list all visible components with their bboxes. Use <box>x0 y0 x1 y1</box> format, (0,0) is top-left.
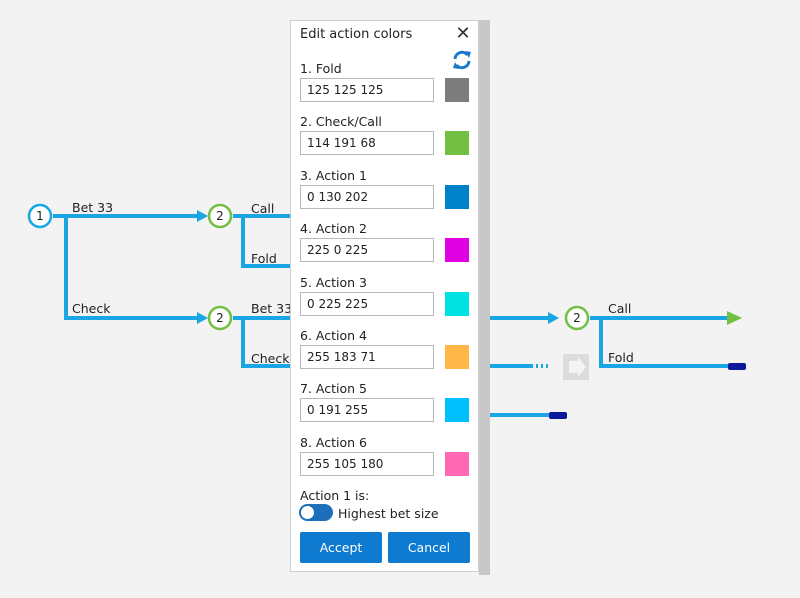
color-swatch[interactable] <box>445 185 469 209</box>
dialog-shadow <box>479 20 490 575</box>
color-swatch[interactable] <box>445 131 469 155</box>
rgb-input[interactable] <box>300 398 434 422</box>
edge-label-check[interactable]: Check <box>72 302 110 316</box>
color-swatch[interactable] <box>445 345 469 369</box>
color-row-action-3: 5. Action 3 <box>300 275 472 323</box>
tree-node-2a[interactable]: 2 <box>207 203 233 229</box>
color-row-action-2: 4. Action 2 <box>300 221 472 269</box>
color-row-check-call: 2. Check/Call <box>300 114 472 162</box>
color-row-label: 8. Action 6 <box>300 435 367 450</box>
color-swatch[interactable] <box>445 78 469 102</box>
rgb-input[interactable] <box>300 185 434 209</box>
call-arrow-icon <box>727 311 742 325</box>
close-icon[interactable]: ✕ <box>454 25 472 43</box>
toggle-heading: Action 1 is: <box>300 488 370 503</box>
color-row-label: 5. Action 3 <box>300 275 367 290</box>
toggle-label: Highest bet size <box>338 506 439 521</box>
edge-label-check[interactable]: Check <box>251 352 289 366</box>
rgb-input[interactable] <box>300 345 434 369</box>
toggle-knob <box>301 506 314 519</box>
accept-button[interactable]: Accept <box>300 532 382 563</box>
color-swatch[interactable] <box>445 452 469 476</box>
expand-arrow-icon[interactable] <box>563 354 589 380</box>
edge-label-fold[interactable]: Fold <box>608 351 634 365</box>
color-swatch[interactable] <box>445 238 469 262</box>
edit-action-colors-dialog: Edit action colors ✕ 1. Fold 2. Check/Ca… <box>290 20 479 572</box>
color-swatch[interactable] <box>445 292 469 316</box>
color-row-action-1: 3. Action 1 <box>300 168 472 216</box>
fold-cap-icon <box>728 363 746 370</box>
rgb-input[interactable] <box>300 452 434 476</box>
color-row-label: 1. Fold <box>300 61 342 76</box>
rgb-input[interactable] <box>300 238 434 262</box>
fold-cap-icon <box>549 412 567 419</box>
dialog-title: Edit action colors <box>300 27 413 42</box>
node-number: 2 <box>216 311 224 325</box>
color-row-fold: 1. Fold <box>300 61 472 109</box>
rgb-input[interactable] <box>300 131 434 155</box>
edge-label-fold[interactable]: Fold <box>251 252 277 266</box>
color-row-label: 3. Action 1 <box>300 168 367 183</box>
color-row-action-4: 6. Action 4 <box>300 328 472 376</box>
edge-label-bet[interactable]: Bet 33 <box>251 302 292 316</box>
tree-node-2b[interactable]: 2 <box>207 305 233 331</box>
tree-node-2c[interactable]: 2 <box>564 305 590 331</box>
highest-bet-toggle[interactable] <box>299 504 333 521</box>
rgb-input[interactable] <box>300 78 434 102</box>
edge-label-call[interactable]: Call <box>251 202 274 216</box>
cancel-button[interactable]: Cancel <box>388 532 470 563</box>
color-row-label: 4. Action 2 <box>300 221 367 236</box>
node-number: 2 <box>216 209 224 223</box>
color-swatch[interactable] <box>445 398 469 422</box>
color-row-label: 6. Action 4 <box>300 328 367 343</box>
color-row-action-6: 8. Action 6 <box>300 435 472 483</box>
edge-label-call[interactable]: Call <box>608 302 631 316</box>
edge-label-bet[interactable]: Bet 33 <box>72 201 113 215</box>
rgb-input[interactable] <box>300 292 434 316</box>
node-number: 2 <box>573 311 581 325</box>
color-row-action-5: 7. Action 5 <box>300 381 472 429</box>
color-row-label: 7. Action 5 <box>300 381 367 396</box>
node-number: 1 <box>36 209 44 223</box>
tree-node-1[interactable]: 1 <box>27 203 53 229</box>
color-row-label: 2. Check/Call <box>300 114 382 129</box>
